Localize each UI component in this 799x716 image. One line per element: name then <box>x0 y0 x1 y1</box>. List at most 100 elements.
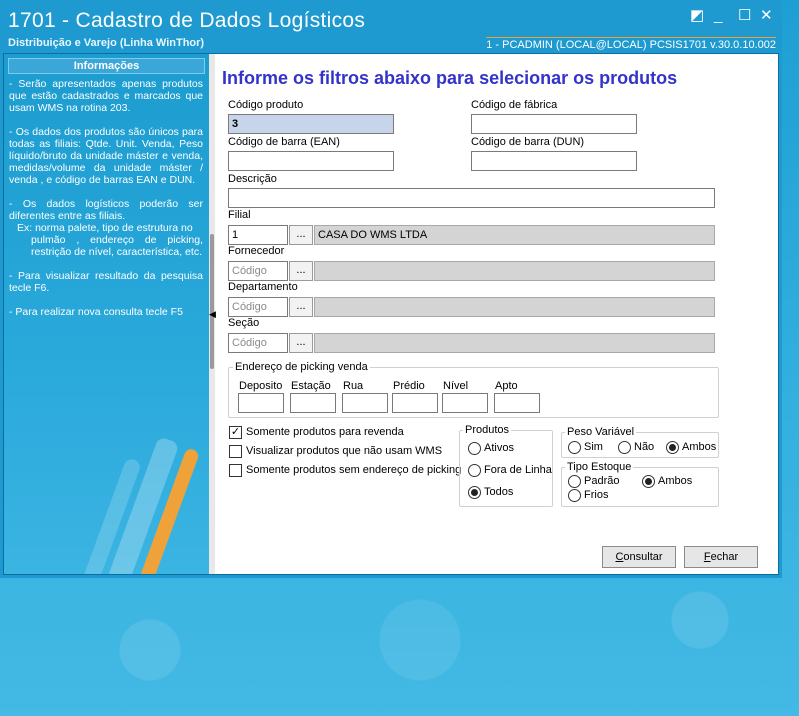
departamento-name-display <box>314 297 715 317</box>
revenda-checkbox[interactable]: ✓ <box>229 426 242 439</box>
revenda-label: Somente produtos para revenda <box>246 426 404 438</box>
window-subtitle: Distribuição e Varejo (Linha WinThor) <box>8 37 205 49</box>
estoque-ambos-radio[interactable] <box>642 475 655 488</box>
codigo-produto-label: Código produto <box>228 99 304 111</box>
nao-wms-checkbox[interactable] <box>229 445 242 458</box>
apto-input[interactable] <box>494 393 540 413</box>
fornecedor-label: Fornecedor <box>228 245 285 257</box>
estoque-padrao-radio[interactable] <box>568 475 581 488</box>
tipo-estoque-groupbox: Tipo Estoque Padrão Ambos Frios <box>561 461 719 507</box>
todos-label: Todos <box>484 486 514 498</box>
peso-nao-radio[interactable] <box>618 441 631 454</box>
info-paragraph: - Os dados dos produtos são únicos para … <box>9 126 203 186</box>
secao-lookup-button[interactable]: ... <box>289 333 313 353</box>
filial-lookup-button[interactable]: ... <box>289 225 313 245</box>
peso-sim-radio[interactable] <box>568 441 581 454</box>
picking-group-title: Endereço de picking venda <box>233 361 370 373</box>
estoque-padrao-label: Padrão <box>584 475 620 487</box>
maximize-icon[interactable]: ☐ <box>738 8 751 24</box>
produtos-group-title: Produtos <box>463 424 512 436</box>
codigo-produto-input[interactable] <box>228 114 394 134</box>
sem-endereco-label: Somente produtos sem endereço de picking <box>246 464 462 476</box>
info-example: Ex: norma palete, tipo de estrutura no <box>17 222 193 234</box>
splitter-handle[interactable] <box>210 234 214 369</box>
estoque-frios-radio[interactable] <box>568 489 581 502</box>
user-info: 1 - PCADMIN (LOCAL@LOCAL) PCSIS1701 v.30… <box>486 37 776 51</box>
predio-label: Prédio <box>393 380 425 392</box>
departamento-input[interactable] <box>228 297 288 317</box>
fornecedor-input[interactable] <box>228 261 288 281</box>
departamento-lookup-button[interactable]: ... <box>289 297 313 317</box>
info-sidebar: Informações - Serão apresentados apenas … <box>4 54 209 574</box>
apto-label: Apto <box>495 380 518 392</box>
rua-input[interactable] <box>342 393 388 413</box>
nivel-label: Nível <box>443 380 469 392</box>
close-icon[interactable]: ✕ <box>760 8 773 24</box>
peso-ambos-label: Ambos <box>682 441 717 453</box>
estacao-label: Estação <box>291 380 331 392</box>
descricao-input[interactable] <box>228 188 715 208</box>
fechar-label: echar <box>710 551 739 563</box>
deposito-input[interactable] <box>238 393 284 413</box>
fora-linha-radio[interactable] <box>468 464 481 477</box>
fornecedor-name-display <box>314 261 715 281</box>
peso-ambos-radio[interactable] <box>666 441 679 454</box>
consultar-button[interactable]: Consultar <box>602 546 676 568</box>
minimize-icon[interactable]: _ <box>714 8 722 24</box>
info-paragraph: - Para visualizar resultado da pesquisa … <box>9 270 203 294</box>
restore-icon[interactable]: ◩ <box>690 8 704 24</box>
window-title: 1701 - Cadastro de Dados Logísticos <box>8 9 366 32</box>
page-title: Informe os filtros abaixo para seleciona… <box>222 68 678 88</box>
info-example-detail: pulmão , endereço de picking, restrição … <box>31 234 203 258</box>
produtos-groupbox: Produtos Ativos Fora de Linha Todos <box>459 424 553 507</box>
codigo-fabrica-label: Código de fábrica <box>471 99 558 111</box>
secao-input[interactable] <box>228 333 288 353</box>
nao-wms-label: Visualizar produtos que não usam WMS <box>246 445 443 457</box>
estoque-frios-label: Frios <box>584 489 609 501</box>
panel-splitter[interactable]: ◀ <box>209 54 216 574</box>
collapse-arrow-icon[interactable]: ◀ <box>209 309 216 320</box>
sidebar-text: - Serão apresentados apenas produtos que… <box>9 78 203 330</box>
ativos-label: Ativos <box>484 442 514 454</box>
predio-input[interactable] <box>392 393 438 413</box>
codigo-ean-input[interactable] <box>228 151 394 171</box>
tipo-estoque-title: Tipo Estoque <box>565 461 634 473</box>
codigo-ean-label: Código de barra (EAN) <box>228 136 340 148</box>
info-paragraph: - Serão apresentados apenas produtos que… <box>9 78 203 114</box>
peso-variavel-title: Peso Variável <box>565 426 637 438</box>
departamento-label: Departamento <box>228 281 298 293</box>
info-paragraph: - Os dados logísticos poderão ser difere… <box>9 198 203 222</box>
info-paragraph: - Para realizar nova consulta tecle F5 <box>9 306 183 318</box>
fechar-hotkey: F <box>703 551 711 563</box>
picking-groupbox: Endereço de picking venda Deposito Estaç… <box>228 361 719 418</box>
estoque-ambos-label: Ambos <box>658 475 693 487</box>
sem-endereco-checkbox[interactable] <box>229 464 242 477</box>
descricao-label: Descrição <box>228 173 277 185</box>
todos-radio[interactable] <box>468 486 481 499</box>
title-bar: 1701 - Cadastro de Dados Logísticos Dist… <box>0 0 782 52</box>
nivel-input[interactable] <box>442 393 488 413</box>
rua-label: Rua <box>343 380 364 392</box>
peso-nao-label: Não <box>634 441 655 453</box>
filial-name-display: CASA DO WMS LTDA <box>314 225 715 245</box>
secao-label: Seção <box>228 317 260 329</box>
ativos-radio[interactable] <box>468 442 481 455</box>
estacao-input[interactable] <box>290 393 336 413</box>
peso-sim-label: Sim <box>584 441 603 453</box>
deposito-label: Deposito <box>239 380 283 392</box>
filial-input[interactable] <box>228 225 288 245</box>
app-window: 1701 - Cadastro de Dados Logísticos Dist… <box>0 0 782 578</box>
codigo-fabrica-input[interactable] <box>471 114 637 134</box>
sidebar-header: Informações <box>8 58 205 74</box>
fornecedor-lookup-button[interactable]: ... <box>289 261 313 281</box>
codigo-dun-label: Código de barra (DUN) <box>471 136 585 148</box>
fora-linha-label: Fora de Linha <box>484 464 552 476</box>
filter-form: Informe os filtros abaixo para seleciona… <box>216 54 776 574</box>
fechar-button[interactable]: Fechar <box>684 546 758 568</box>
consultar-label: onsultar <box>623 551 663 563</box>
client-area: Informações - Serão apresentados apenas … <box>3 53 779 575</box>
secao-name-display <box>314 333 715 353</box>
codigo-dun-input[interactable] <box>471 151 637 171</box>
peso-variavel-groupbox: Peso Variável Sim Não Ambos <box>561 426 719 458</box>
filial-label: Filial <box>228 209 251 221</box>
